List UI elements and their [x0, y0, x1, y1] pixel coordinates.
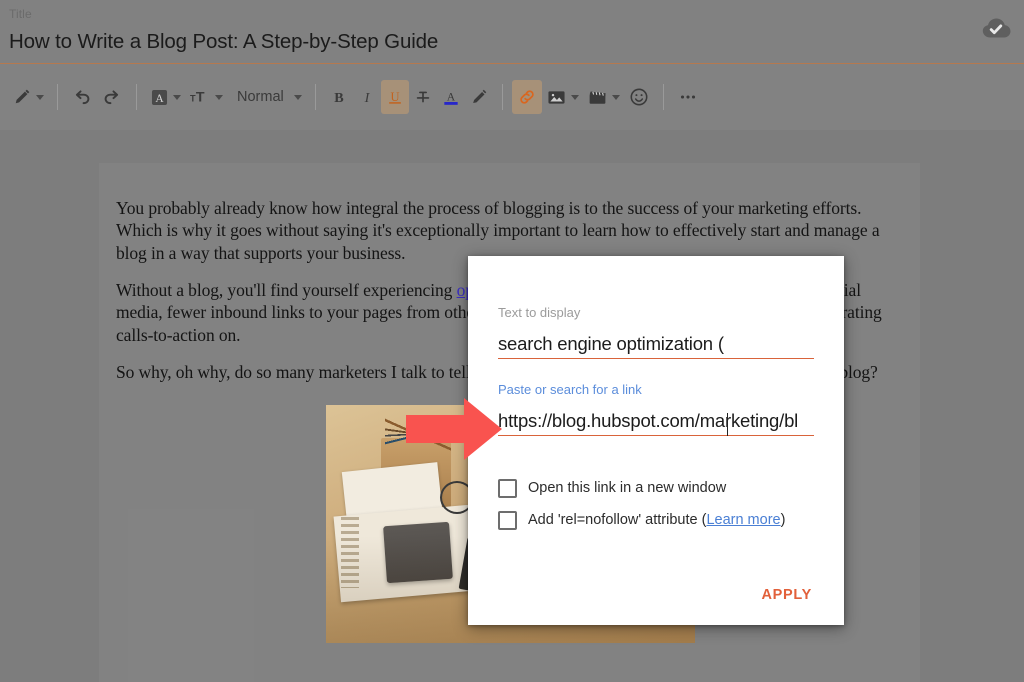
text-to-display-input[interactable]	[498, 329, 814, 359]
chevron-down-icon[interactable]	[173, 94, 181, 100]
insert-video-button[interactable]	[583, 80, 624, 114]
link-icon	[520, 90, 534, 104]
image-icon	[548, 90, 565, 104]
toolbar-divider	[57, 84, 58, 110]
formatting-toolbar: A T T Normal B I U A	[0, 64, 1024, 130]
document-header: Title How to Write a Blog Post: A Step-b…	[0, 0, 1024, 64]
strikethrough-icon	[416, 91, 429, 103]
link-url-input[interactable]	[498, 406, 814, 436]
svg-text:A: A	[155, 92, 164, 104]
paragraph-text-before: Without a blog, you'll find yourself exp…	[116, 279, 457, 300]
svg-text:I: I	[363, 90, 370, 106]
bold-button[interactable]: B	[325, 80, 353, 114]
undo-button[interactable]	[67, 80, 97, 114]
nofollow-checkbox-row[interactable]: Add 'rel=nofollow' attribute (Learn more…	[498, 509, 785, 531]
toolbar-divider	[662, 84, 664, 110]
apply-button[interactable]: APPLY	[757, 581, 816, 609]
paragraph-style-value: Normal	[237, 89, 284, 105]
document-paragraph: You probably already know how integral t…	[116, 197, 880, 263]
bold-icon: B	[334, 90, 344, 106]
text-color-icon: A	[444, 90, 458, 105]
svg-text:T: T	[196, 90, 205, 106]
toolbar-divider	[314, 84, 316, 110]
italic-icon: I	[363, 90, 370, 106]
insert-emoji-button[interactable]	[624, 80, 654, 114]
nofollow-checkbox[interactable]	[498, 510, 517, 530]
nofollow-label: Add 'rel=nofollow' attribute (Learn more…	[528, 512, 785, 528]
app-screen: Title How to Write a Blog Post: A Step-b…	[0, 0, 1024, 682]
chevron-down-icon[interactable]	[36, 94, 44, 100]
emoji-icon	[630, 88, 648, 106]
font-family-button[interactable]: A	[146, 80, 185, 114]
font-a-box-icon: A	[151, 89, 168, 105]
insert-link-dialog: Text to display Paste or search for a li…	[468, 256, 844, 625]
underline-button[interactable]: U	[380, 80, 409, 114]
text-cursor	[727, 413, 729, 436]
undo-icon	[75, 90, 90, 105]
clapper-icon	[589, 91, 606, 104]
chevron-down-icon[interactable]	[611, 94, 620, 100]
chevron-down-icon[interactable]	[570, 94, 579, 100]
open-in-new-window-checkbox[interactable]	[498, 478, 517, 498]
pencil-icon	[15, 89, 30, 104]
italic-button[interactable]: I	[353, 80, 381, 114]
text-size-icon: T T	[190, 90, 205, 106]
link-url-label: Paste or search for a link	[498, 382, 642, 397]
chevron-down-icon[interactable]	[293, 94, 302, 100]
paragraph-style-button[interactable]: Normal	[227, 80, 306, 114]
nofollow-label-before: Add 'rel=nofollow' attribute (	[528, 512, 707, 528]
strikethrough-button[interactable]	[409, 80, 437, 114]
open-in-new-window-checkbox-row[interactable]: Open this link in a new window	[498, 477, 726, 499]
open-in-new-window-label: Open this link in a new window	[528, 480, 727, 496]
text-to-display-label: Text to display	[498, 305, 581, 320]
cloud-check-icon	[980, 12, 1012, 44]
svg-text:B: B	[334, 90, 344, 106]
redo-button[interactable]	[97, 80, 127, 114]
insert-link-button[interactable]	[511, 80, 542, 114]
highlight-button[interactable]	[465, 80, 493, 114]
text-color-button[interactable]: A	[437, 80, 465, 114]
toolbar-divider	[501, 84, 503, 110]
title-field-label: Title	[9, 7, 32, 21]
learn-more-link[interactable]: Learn more	[706, 512, 780, 528]
ellipsis-icon	[680, 95, 695, 99]
underline-icon: U	[388, 90, 401, 104]
pen-tool-button[interactable]	[8, 80, 48, 114]
nofollow-label-after: )	[780, 512, 786, 528]
redo-icon	[104, 90, 119, 105]
document-title-input[interactable]: How to Write a Blog Post: A Step-by-Step…	[9, 28, 438, 56]
insert-image-button[interactable]	[542, 80, 583, 114]
font-size-button[interactable]: T T	[185, 80, 227, 114]
svg-text:A: A	[447, 90, 456, 103]
marker-pen-icon	[472, 89, 486, 103]
chevron-down-icon[interactable]	[215, 94, 223, 100]
svg-text:U: U	[390, 90, 399, 104]
more-options-button[interactable]	[673, 80, 703, 114]
toolbar-divider	[136, 84, 137, 110]
